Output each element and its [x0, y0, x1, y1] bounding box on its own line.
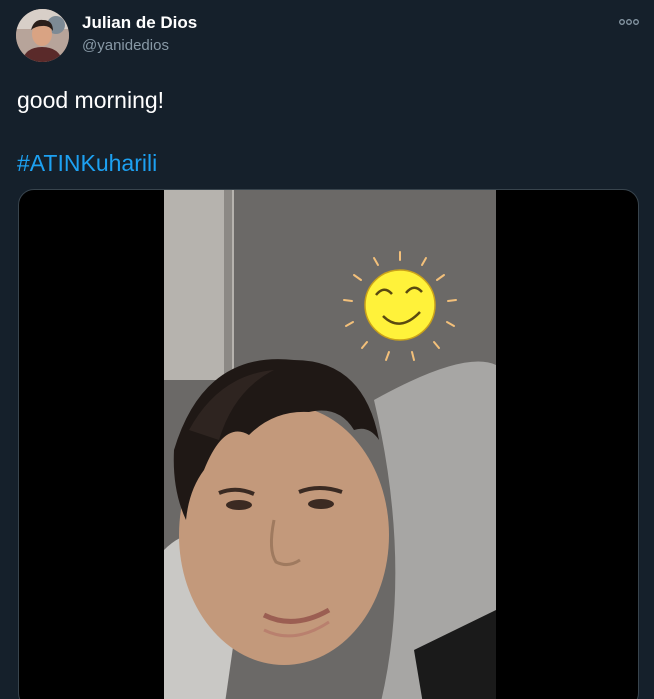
media-video[interactable] [18, 189, 639, 699]
more-options-icon [619, 19, 639, 25]
video-frame[interactable] [164, 190, 496, 699]
more-options-button[interactable] [618, 14, 640, 30]
profile-photo-icon [16, 9, 69, 62]
tweet-card: Julian de Dios @yanidedios good morning!… [0, 0, 654, 699]
author-handle[interactable]: @yanidedios [82, 36, 169, 55]
hashtag-link[interactable]: #ATINKuharili [17, 149, 157, 177]
video-still [164, 190, 496, 699]
avatar[interactable] [16, 9, 69, 62]
tweet-text: good morning! [17, 87, 165, 113]
author-name[interactable]: Julian de Dios [82, 13, 197, 33]
